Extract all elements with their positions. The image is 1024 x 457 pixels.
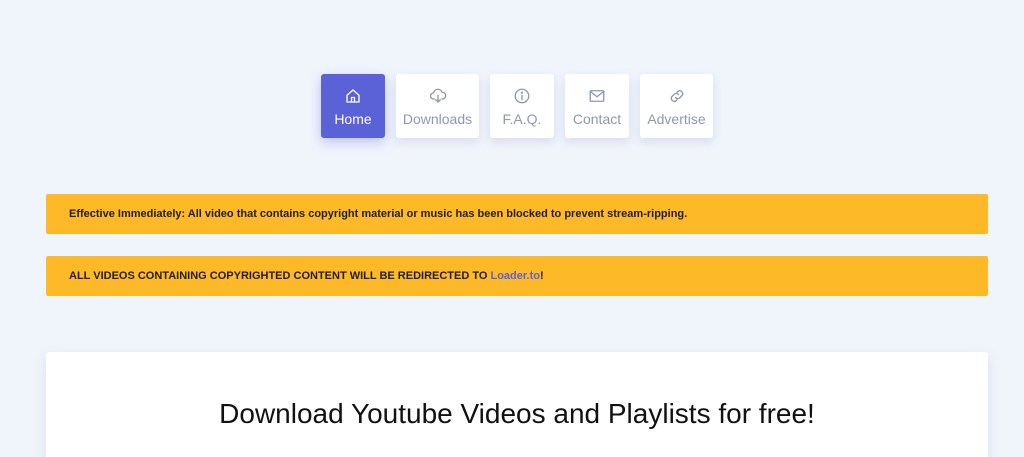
nav-item-label: Downloads [402,111,473,127]
page: Home Downloads F.A.Q. Contact Advertise … [0,0,1024,457]
nav-item-home[interactable]: Home [321,74,385,138]
redirect-notice-text: ALL VIDEOS CONTAINING COPYRIGHTED CONTEN… [69,270,544,282]
mail-icon [588,87,606,105]
loader-link[interactable]: Loader.to [490,270,540,282]
cloud-download-icon [429,87,447,105]
redirect-notice: ALL VIDEOS CONTAINING COPYRIGHTED CONTEN… [46,256,988,296]
link-icon [668,87,686,105]
redirect-notice-suffix: ! [540,270,544,282]
home-icon [344,87,362,105]
nav-item-label: Home [334,111,372,127]
nav-item-label: F.A.Q. [502,111,542,127]
nav-item-label: Contact [572,111,622,127]
nav-item-advertise[interactable]: Advertise [640,74,713,138]
nav-item-label: Advertise [647,111,706,127]
page-title: Download Youtube Videos and Playlists fo… [219,398,815,429]
download-card: Download Youtube Videos and Playlists fo… [46,352,988,457]
main-nav: Home Downloads F.A.Q. Contact Advertise [0,74,1024,138]
nav-item-faq[interactable]: F.A.Q. [490,74,554,138]
copyright-notice-text: Effective Immediately: All video that co… [69,208,688,220]
copyright-notice: Effective Immediately: All video that co… [46,194,988,234]
redirect-notice-prefix: ALL VIDEOS CONTAINING COPYRIGHTED CONTEN… [69,270,491,282]
nav-item-contact[interactable]: Contact [565,74,629,138]
info-icon [513,87,531,105]
nav-item-downloads[interactable]: Downloads [396,74,479,138]
nav-items: Home Downloads F.A.Q. Contact Advertise [321,74,713,138]
